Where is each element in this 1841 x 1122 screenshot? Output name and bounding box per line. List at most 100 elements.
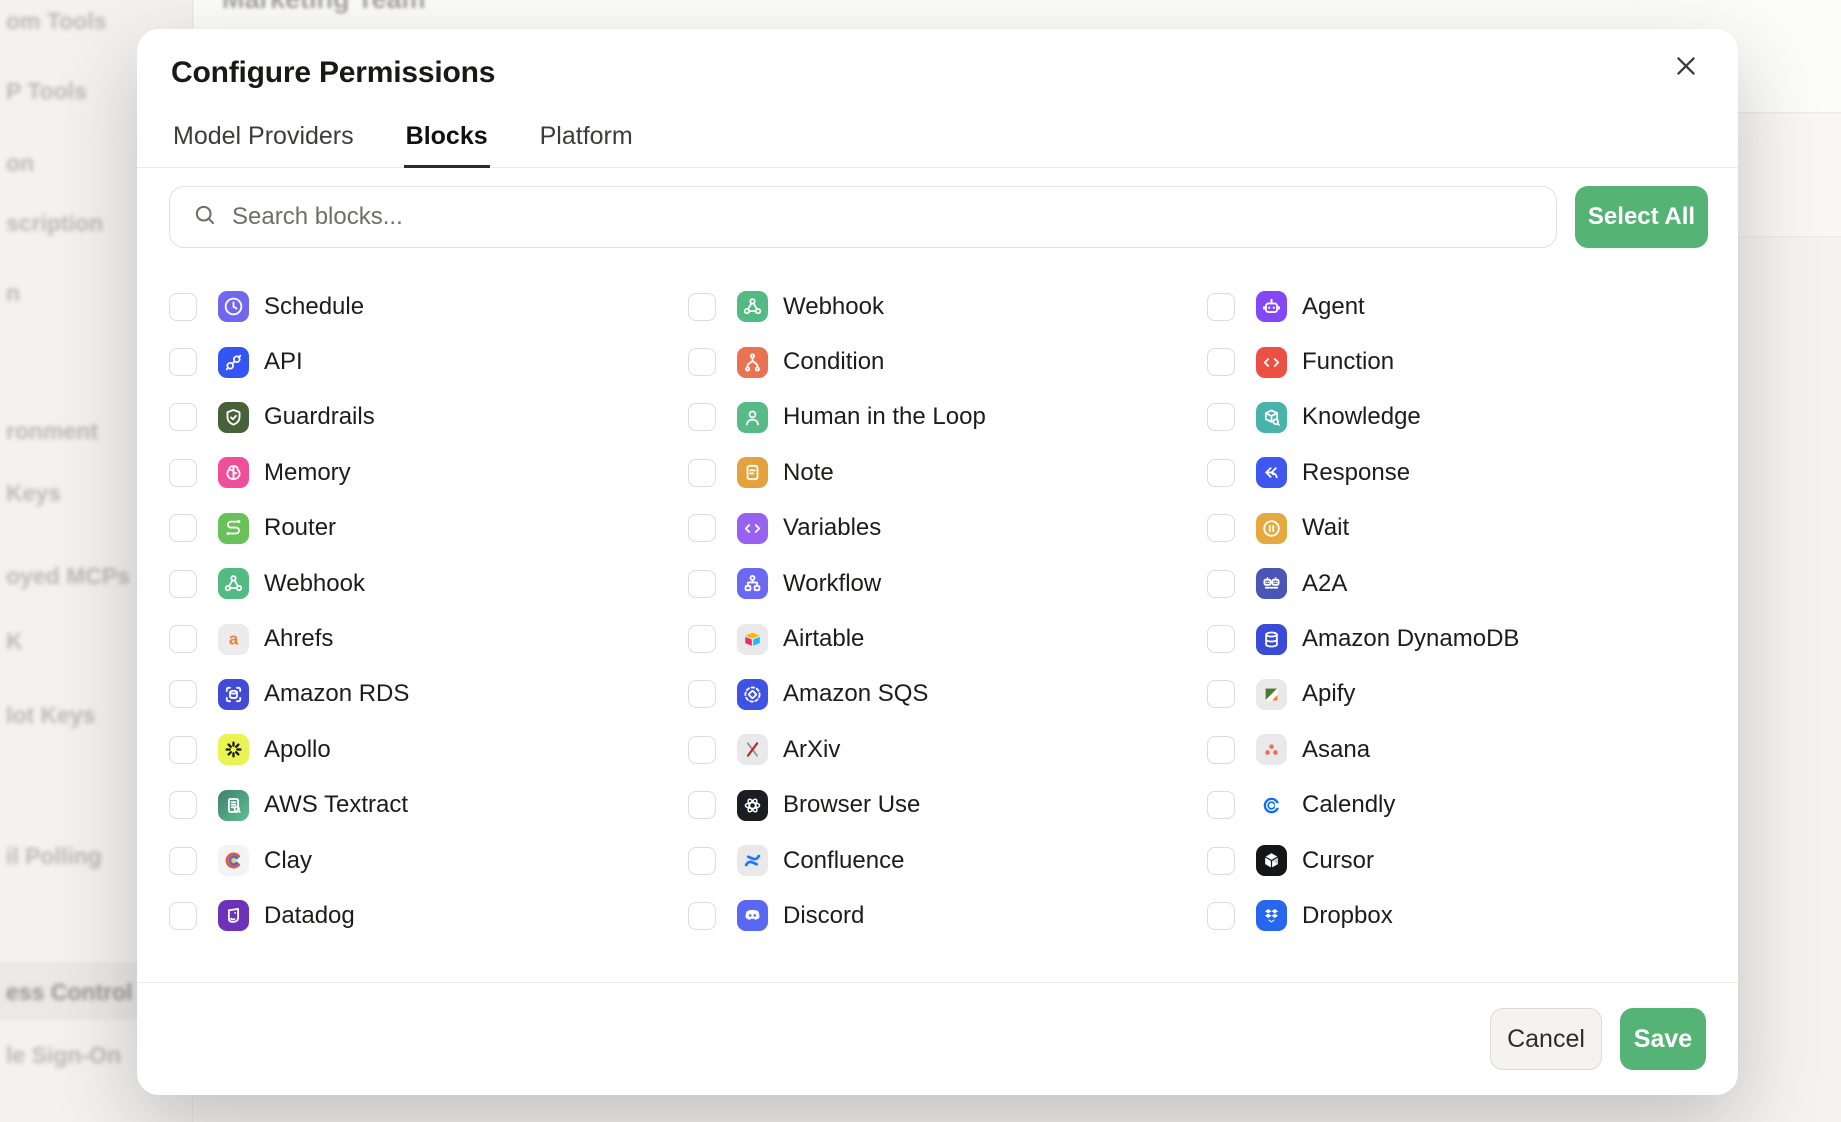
discord-icon <box>737 900 768 931</box>
block-label: Condition <box>783 348 884 376</box>
block-item: Webhook <box>169 556 688 611</box>
reply-icon <box>1256 457 1287 488</box>
block-label: Calendly <box>1302 791 1395 819</box>
block-checkbox[interactable] <box>1207 348 1235 376</box>
block-item: Cursor <box>1207 833 1708 888</box>
note-icon <box>737 457 768 488</box>
cancel-button[interactable]: Cancel <box>1490 1008 1602 1070</box>
block-label: Router <box>264 514 336 542</box>
block-label: Note <box>783 459 834 487</box>
block-checkbox[interactable] <box>169 403 197 431</box>
clock-icon <box>218 291 249 322</box>
block-checkbox[interactable] <box>169 736 197 764</box>
block-label: Ahrefs <box>264 625 333 653</box>
branch-icon <box>737 347 768 378</box>
block-checkbox[interactable] <box>1207 459 1235 487</box>
block-checkbox[interactable] <box>688 514 716 542</box>
search-box[interactable] <box>169 186 1557 248</box>
block-checkbox[interactable] <box>688 680 716 708</box>
datadog-icon <box>218 900 249 931</box>
block-label: Amazon SQS <box>783 680 928 708</box>
block-checkbox[interactable] <box>1207 514 1235 542</box>
block-item: Apollo <box>169 722 688 777</box>
cube-search-icon <box>1256 402 1287 433</box>
block-checkbox[interactable] <box>169 348 197 376</box>
block-item: Router <box>169 501 688 556</box>
block-label: Knowledge <box>1302 403 1421 431</box>
block-label: Wait <box>1302 514 1349 542</box>
code-icon <box>737 513 768 544</box>
tab-model-providers[interactable]: Model Providers <box>171 121 356 168</box>
brain-icon <box>218 457 249 488</box>
save-button[interactable]: Save <box>1620 1008 1706 1070</box>
dialog-footer: Cancel Save <box>137 982 1738 1095</box>
block-checkbox[interactable] <box>169 902 197 930</box>
search-input[interactable] <box>232 203 1556 231</box>
block-checkbox[interactable] <box>169 680 197 708</box>
block-label: Webhook <box>783 293 884 321</box>
block-checkbox[interactable] <box>688 570 716 598</box>
block-checkbox[interactable] <box>169 570 197 598</box>
blocks-grid: ScheduleAPIGuardrailsMemoryRouterWebhook… <box>169 279 1708 944</box>
block-checkbox[interactable] <box>1207 293 1235 321</box>
block-label: Response <box>1302 459 1410 487</box>
block-label: Amazon RDS <box>264 680 409 708</box>
block-checkbox[interactable] <box>688 625 716 653</box>
block-label: API <box>264 348 303 376</box>
block-checkbox[interactable] <box>688 293 716 321</box>
block-checkbox[interactable] <box>169 625 197 653</box>
svg-text:a: a <box>229 629 239 648</box>
block-checkbox[interactable] <box>169 514 197 542</box>
block-checkbox[interactable] <box>169 459 197 487</box>
block-item: Amazon RDS <box>169 667 688 722</box>
route-icon <box>218 513 249 544</box>
a2a-robots-icon <box>1256 568 1287 599</box>
block-checkbox[interactable] <box>1207 902 1235 930</box>
block-checkbox[interactable] <box>688 459 716 487</box>
block-checkbox[interactable] <box>688 847 716 875</box>
block-checkbox[interactable] <box>1207 791 1235 819</box>
code-icon <box>1256 347 1287 378</box>
apollo-icon <box>218 734 249 765</box>
block-checkbox[interactable] <box>1207 736 1235 764</box>
block-checkbox[interactable] <box>1207 625 1235 653</box>
block-label: Confluence <box>783 847 904 875</box>
block-checkbox[interactable] <box>688 403 716 431</box>
tab-blocks[interactable]: Blocks <box>404 121 490 168</box>
close-button[interactable] <box>1664 45 1708 89</box>
block-label: Asana <box>1302 736 1370 764</box>
block-item: ArXiv <box>688 722 1207 777</box>
block-label: Memory <box>264 459 351 487</box>
block-checkbox[interactable] <box>169 791 197 819</box>
block-checkbox[interactable] <box>169 293 197 321</box>
dialog-title: Configure Permissions <box>171 55 1702 91</box>
amazon-rds-icon <box>218 679 249 710</box>
block-item: Asana <box>1207 722 1708 777</box>
block-checkbox[interactable] <box>688 736 716 764</box>
select-all-button[interactable]: Select All <box>1575 186 1708 248</box>
aws-textract-icon <box>218 790 249 821</box>
block-checkbox[interactable] <box>688 902 716 930</box>
block-item: Amazon SQS <box>688 667 1207 722</box>
link-icon <box>218 347 249 378</box>
pause-icon <box>1256 513 1287 544</box>
cursor-cube-icon <box>1256 845 1287 876</box>
webhook-icon <box>737 291 768 322</box>
block-checkbox[interactable] <box>1207 570 1235 598</box>
block-item: Response <box>1207 445 1708 500</box>
asana-icon <box>1256 734 1287 765</box>
search-row: Select All <box>169 186 1708 248</box>
block-item: Workflow <box>688 556 1207 611</box>
block-checkbox[interactable] <box>1207 403 1235 431</box>
block-item: A2A <box>1207 556 1708 611</box>
block-item: Knowledge <box>1207 390 1708 445</box>
block-checkbox[interactable] <box>169 847 197 875</box>
block-checkbox[interactable] <box>688 791 716 819</box>
amazon-sqs-icon <box>737 679 768 710</box>
block-checkbox[interactable] <box>1207 680 1235 708</box>
block-item: Apify <box>1207 667 1708 722</box>
block-label: ArXiv <box>783 736 840 764</box>
block-checkbox[interactable] <box>1207 847 1235 875</box>
block-checkbox[interactable] <box>688 348 716 376</box>
tab-platform[interactable]: Platform <box>538 121 635 168</box>
